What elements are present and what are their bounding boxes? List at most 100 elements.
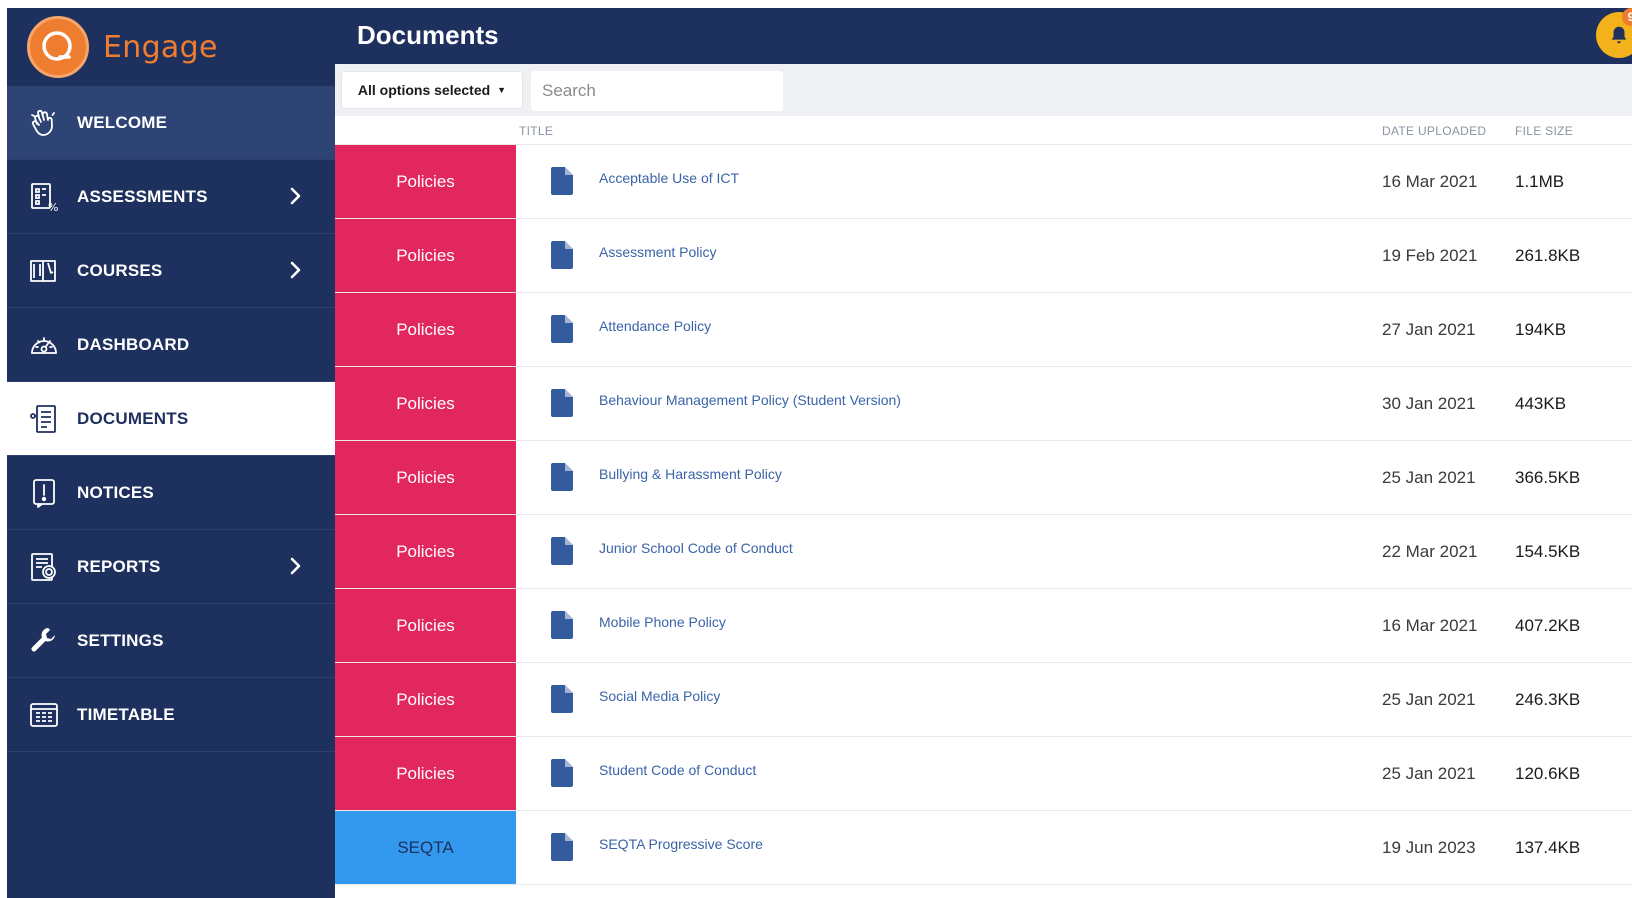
chevron-right-icon [290, 187, 301, 205]
category-badge: Policies [335, 441, 516, 514]
table-row[interactable]: Policies Junior School Code of Conduct 2… [335, 515, 1632, 589]
gauge-icon [27, 328, 61, 362]
table-row[interactable]: Policies Social Media Policy 25 Jan 2021… [335, 663, 1632, 737]
date-uploaded: 16 Mar 2021 [1382, 616, 1478, 635]
document-title-link[interactable]: SEQTA Progressive Score [599, 836, 763, 852]
category-badge: Policies [335, 145, 516, 218]
book-icon [27, 254, 61, 288]
sidebar-item-label: NOTICES [77, 482, 154, 502]
file-icon [551, 759, 573, 787]
table-row[interactable]: Policies Behaviour Management Policy (St… [335, 367, 1632, 441]
table-row[interactable]: Policies Bullying & Harassment Policy 25… [335, 441, 1632, 515]
table-row[interactable]: Policies Acceptable Use of ICT 16 Mar 20… [335, 145, 1632, 219]
document-title-link[interactable]: Junior School Code of Conduct [599, 540, 793, 556]
sidebar-item-settings[interactable]: SETTINGS [7, 604, 335, 678]
date-uploaded: 25 Jan 2021 [1382, 764, 1476, 783]
file-icon [551, 537, 573, 565]
date-uploaded: 19 Jun 2023 [1382, 838, 1476, 857]
documents-icon [27, 402, 61, 436]
column-header-size[interactable]: FILE SIZE [1515, 124, 1573, 138]
sidebar-item-label: REPORTS [77, 556, 161, 576]
document-title-link[interactable]: Assessment Policy [599, 244, 716, 260]
file-icon [551, 611, 573, 639]
document-title-link[interactable]: Acceptable Use of ICT [599, 170, 739, 186]
app-root: Engage WELCOME % ASSESSMENTS COURSES DAS… [0, 0, 1632, 898]
date-uploaded: 22 Mar 2021 [1382, 542, 1478, 561]
file-size: 120.6KB [1515, 764, 1581, 783]
wrench-icon [27, 624, 61, 658]
file-size: 443KB [1515, 394, 1567, 413]
file-size: 366.5KB [1515, 468, 1581, 487]
sidebar-nav: WELCOME % ASSESSMENTS COURSES DASHBOARD … [7, 86, 335, 752]
brand[interactable]: Engage [7, 8, 335, 86]
assessments-icon: % [27, 180, 61, 214]
chevron-right-icon [290, 557, 301, 575]
document-title-link[interactable]: Bullying & Harassment Policy [599, 466, 782, 482]
category-badge: SEQTA [335, 811, 516, 884]
file-size: 246.3KB [1515, 690, 1581, 709]
document-title-link[interactable]: Student Code of Conduct [599, 762, 756, 778]
category-badge: Policies [335, 367, 516, 440]
sidebar-item-label: DOCUMENTS [77, 408, 189, 428]
category-badge: Policies [335, 737, 516, 810]
table-row[interactable]: Policies Attendance Policy 27 Jan 2021 1… [335, 293, 1632, 367]
file-size: 194KB [1515, 320, 1567, 339]
sidebar-item-welcome[interactable]: WELCOME [7, 86, 335, 160]
file-icon [551, 833, 573, 861]
page-title: Documents [357, 20, 499, 50]
file-size: 137.4KB [1515, 838, 1581, 857]
file-size: 407.2KB [1515, 616, 1581, 635]
timetable-icon [27, 698, 61, 732]
file-size: 1.1MB [1515, 172, 1565, 191]
date-uploaded: 16 Mar 2021 [1382, 172, 1478, 191]
file-icon [551, 463, 573, 491]
hand-wave-icon [27, 106, 61, 140]
date-uploaded: 25 Jan 2021 [1382, 690, 1476, 709]
report-icon [27, 550, 61, 584]
sidebar-item-timetable[interactable]: TIMETABLE [7, 678, 335, 752]
filter-label: All options selected [357, 82, 491, 98]
table-row[interactable]: Policies Mobile Phone Policy 16 Mar 2021… [335, 589, 1632, 663]
toolbar: All options selected ▼ [335, 64, 1632, 116]
column-header-date[interactable]: DATE UPLOADED [1382, 124, 1486, 138]
file-icon [551, 167, 573, 195]
document-title-link[interactable]: Mobile Phone Policy [599, 614, 726, 630]
sidebar-item-reports[interactable]: REPORTS [7, 530, 335, 604]
table-row[interactable]: Policies Student Code of Conduct 25 Jan … [335, 737, 1632, 811]
sidebar-item-label: ASSESSMENTS [77, 186, 208, 206]
bell-icon [1611, 26, 1627, 44]
file-icon [551, 389, 573, 417]
category-badge: Policies [335, 589, 516, 662]
documents-table: Policies Acceptable Use of ICT 16 Mar 20… [335, 145, 1632, 885]
file-icon [551, 685, 573, 713]
sidebar-item-dashboard[interactable]: DASHBOARD [7, 308, 335, 382]
document-title-link[interactable]: Behaviour Management Policy (Student Ver… [599, 392, 901, 408]
sidebar: Engage WELCOME % ASSESSMENTS COURSES DAS… [7, 8, 335, 898]
sidebar-item-label: WELCOME [77, 112, 168, 132]
brand-name: Engage [103, 29, 218, 65]
chevron-right-icon [290, 261, 301, 279]
search-input[interactable] [531, 71, 783, 111]
date-uploaded: 25 Jan 2021 [1382, 468, 1476, 487]
table-row[interactable]: Policies Assessment Policy 19 Feb 2021 2… [335, 219, 1632, 293]
file-size: 261.8KB [1515, 246, 1581, 265]
engage-logo-icon [27, 16, 89, 78]
sidebar-item-courses[interactable]: COURSES [7, 234, 335, 308]
date-uploaded: 27 Jan 2021 [1382, 320, 1476, 339]
sidebar-item-notices[interactable]: NOTICES [7, 456, 335, 530]
category-filter-dropdown[interactable]: All options selected ▼ [341, 71, 523, 109]
category-badge: Policies [335, 293, 516, 366]
notice-icon [27, 476, 61, 510]
page-header: Documents 9 [335, 8, 1632, 64]
file-size: 154.5KB [1515, 542, 1581, 561]
date-uploaded: 30 Jan 2021 [1382, 394, 1476, 413]
sidebar-item-documents[interactable]: DOCUMENTS [7, 382, 335, 456]
document-title-link[interactable]: Attendance Policy [599, 318, 711, 334]
file-icon [551, 315, 573, 343]
sidebar-item-assessments[interactable]: % ASSESSMENTS [7, 160, 335, 234]
table-row[interactable]: SEQTA SEQTA Progressive Score 19 Jun 202… [335, 811, 1632, 885]
category-badge: Policies [335, 663, 516, 736]
notifications-button[interactable]: 9 [1596, 8, 1632, 58]
document-title-link[interactable]: Social Media Policy [599, 688, 720, 704]
column-header-title[interactable]: TITLE [519, 124, 553, 138]
